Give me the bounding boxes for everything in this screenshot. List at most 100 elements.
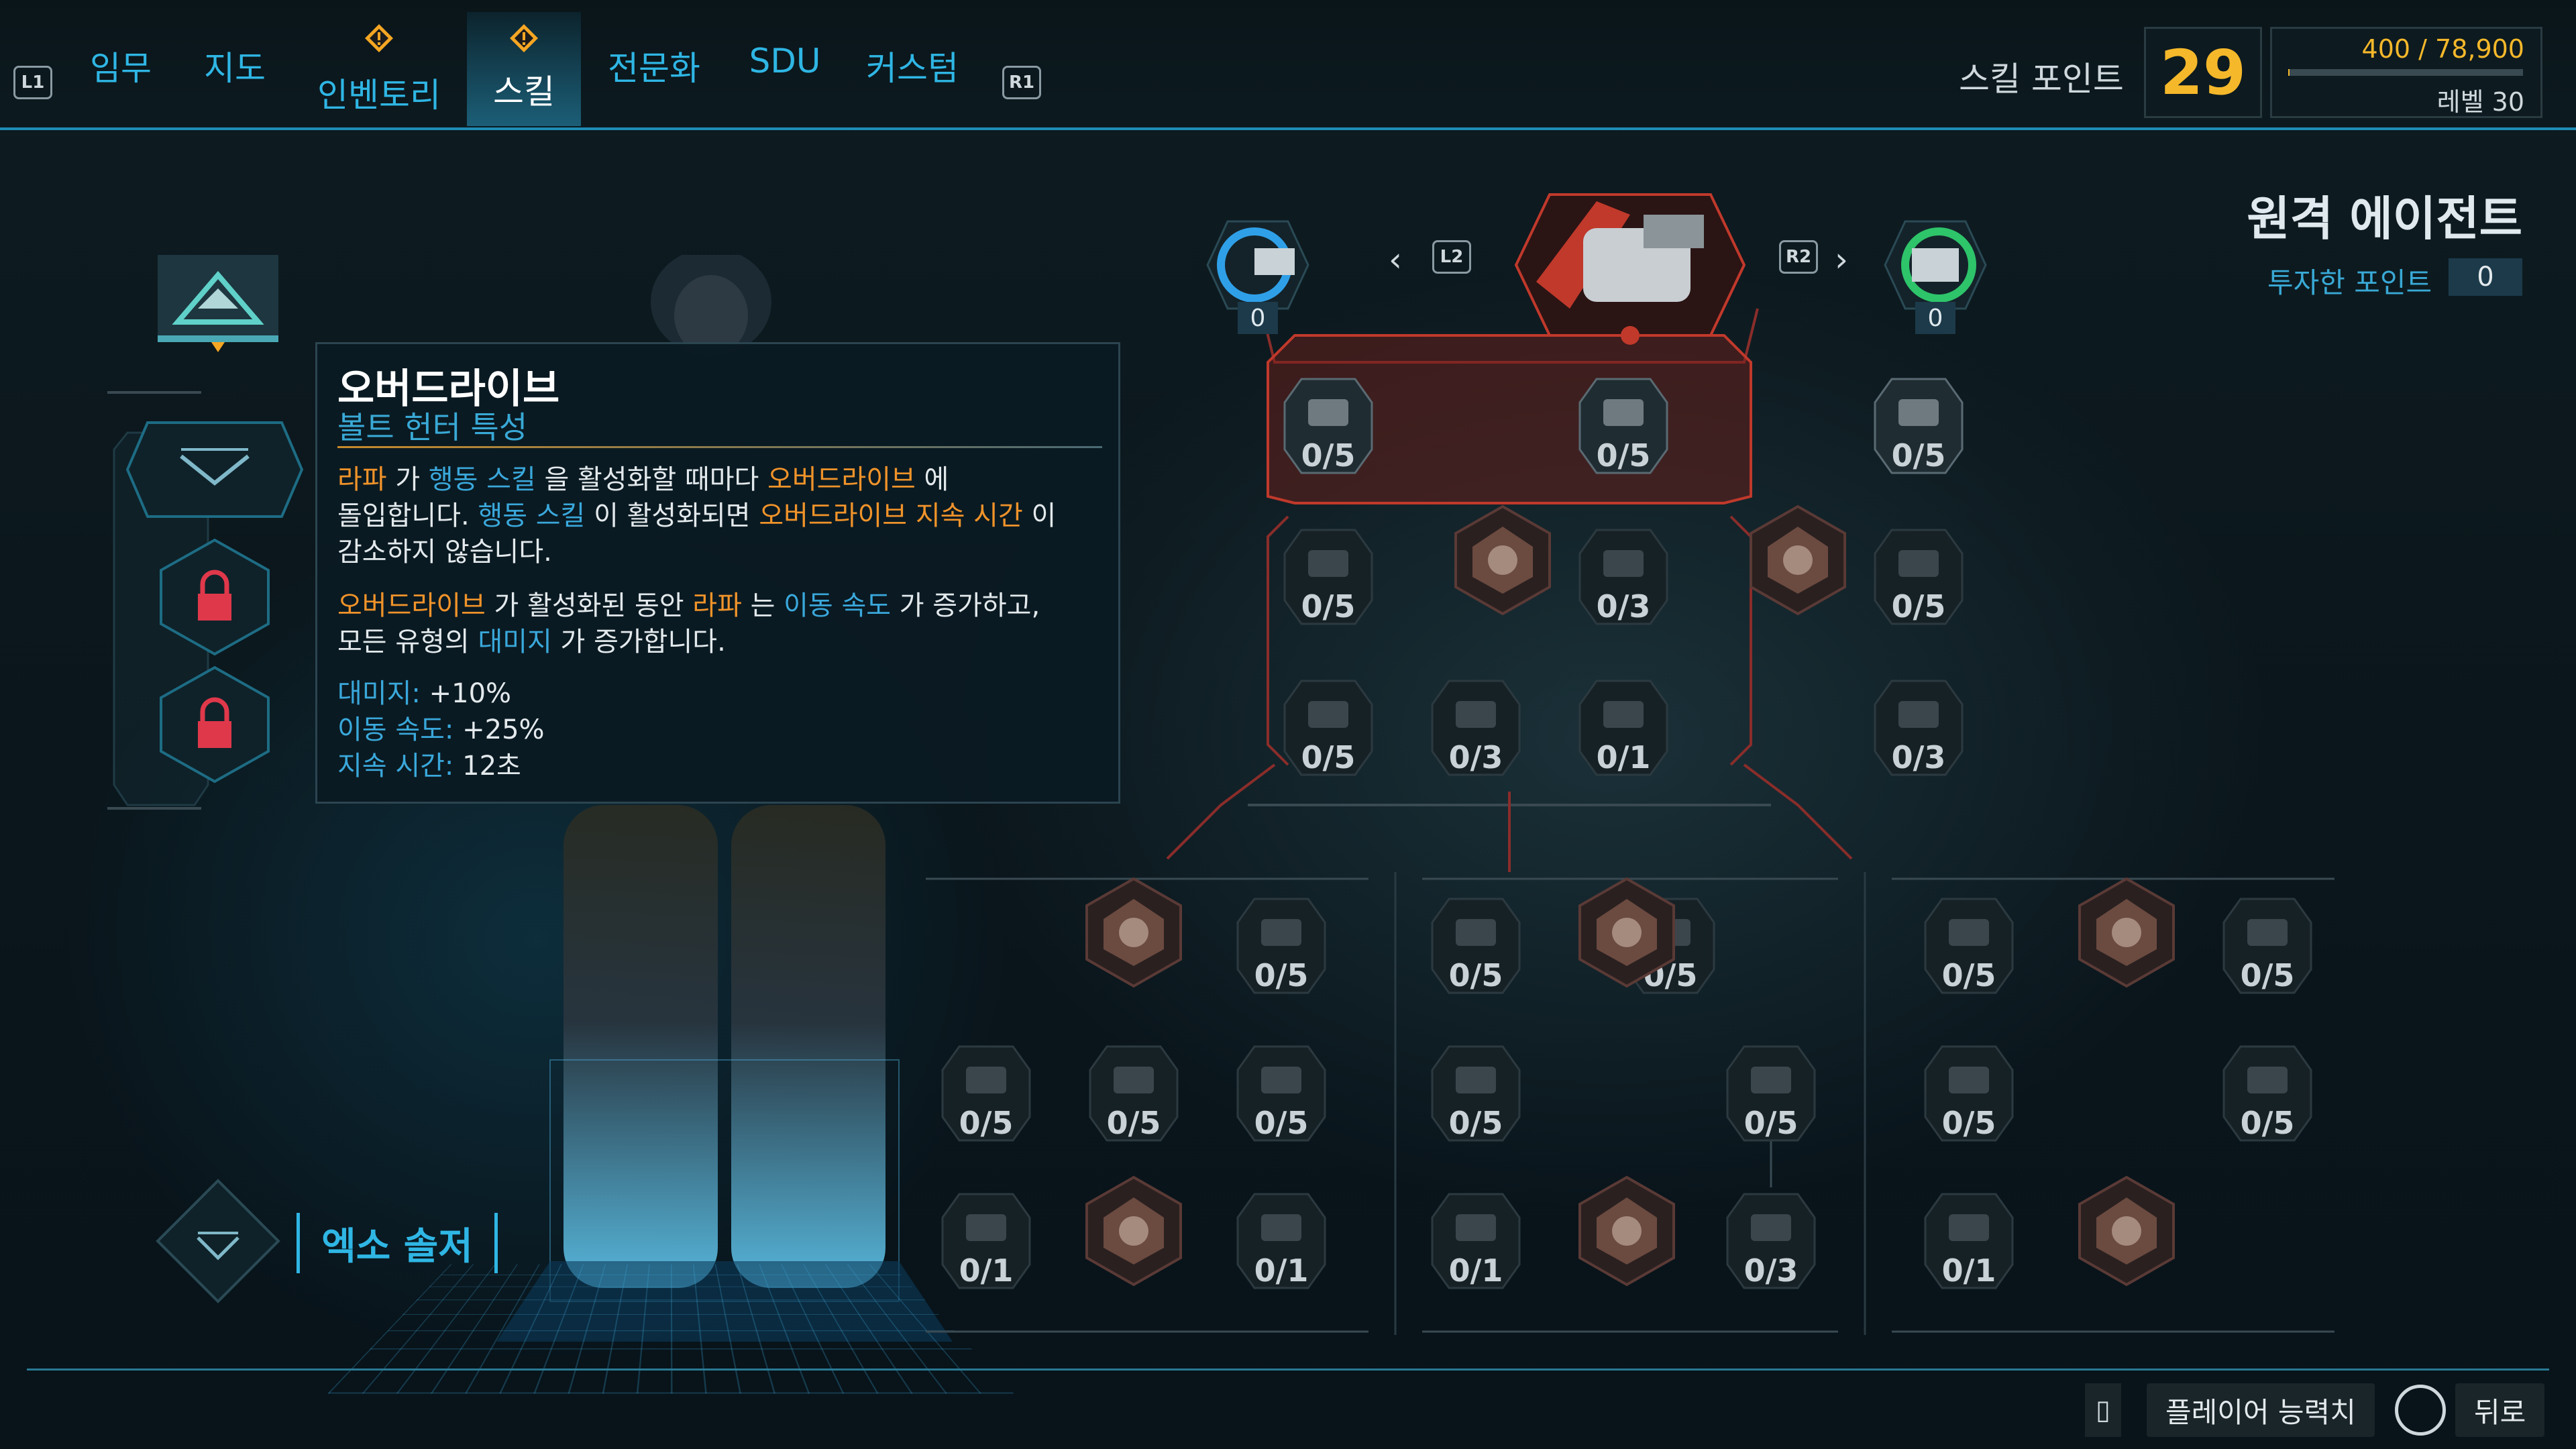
skill-node[interactable]: 0/5	[1281, 376, 1375, 476]
tab-specialization[interactable]: 전문화	[604, 42, 704, 115]
skill-node[interactable]: 0/3	[1724, 1191, 1818, 1291]
term-overdrive: 오버드라이브	[767, 464, 916, 495]
skill-node[interactable]: 0/5	[1922, 896, 2016, 996]
tab-inventory-label: 인벤토리	[317, 76, 441, 115]
skill-node-count: 0/5	[1301, 588, 1356, 625]
skill-node[interactable]: 0/1	[1922, 1191, 2016, 1291]
skill-node-count: 0/5	[1891, 437, 1946, 474]
spec-current[interactable]	[1496, 174, 1764, 356]
stat-damage-value: +10%	[420, 678, 512, 709]
locked-slot-1[interactable]	[154, 537, 275, 657]
chevron-right-icon[interactable]: ›	[1835, 240, 1848, 279]
skill-node-count: 0/5	[959, 1105, 1014, 1141]
spec-prev[interactable]: 0	[1201, 208, 1315, 334]
skill-node[interactable]: 0/5	[1234, 896, 1328, 996]
skill-node-special-icon	[2078, 1175, 2175, 1287]
xp-panel: 400 / 78,900 레벨 30	[2270, 27, 2542, 118]
skill-node-count: 0/5	[1743, 1105, 1799, 1141]
skill-node-special-icon	[1085, 1175, 1182, 1287]
term-action-skill: 행동 스킬	[478, 500, 586, 531]
stat-duration-value: 12초	[453, 751, 521, 782]
stat-speed-value: +25%	[453, 714, 545, 745]
skill-node-count: 0/1	[959, 1252, 1014, 1289]
spec-next[interactable]: 0	[1878, 208, 1992, 334]
skill-node-count: 0/5	[1301, 739, 1356, 775]
skill-node[interactable]: 0/5	[1087, 1043, 1181, 1144]
player-stats-button[interactable]: 플레이어 능력치	[2147, 1383, 2375, 1437]
skill-node-count: 0/5	[1891, 588, 1946, 625]
skill-node[interactable]: 0/5	[1281, 527, 1375, 627]
tooltip-subtitle: 볼트 헌터 특성	[337, 409, 528, 445]
skill-node-special[interactable]	[1449, 503, 1551, 616]
ability-slot-chevron[interactable]	[121, 416, 309, 523]
skill-node[interactable]: 0/1	[939, 1191, 1033, 1291]
term-overdrive: 오버드라이브	[337, 590, 486, 621]
skill-node-special[interactable]	[1573, 1174, 1675, 1287]
tab-skills-label: 스킬	[493, 72, 555, 111]
tab-map[interactable]: 지도	[195, 42, 275, 115]
bottom-divider	[27, 1368, 2549, 1371]
tab-sdu[interactable]: SDU	[745, 42, 825, 115]
skill-node[interactable]: 0/5	[1429, 896, 1523, 996]
skill-node-special[interactable]	[1080, 1174, 1182, 1287]
skill-node-count: 0/3	[1891, 739, 1946, 775]
skill-node-special[interactable]	[2073, 1174, 2175, 1287]
skill-node-count: 0/5	[1106, 1105, 1161, 1141]
skill-node[interactable]: 0/5	[1576, 376, 1670, 476]
skill-node-special[interactable]	[1573, 875, 1675, 988]
skill-node[interactable]: 0/5	[2220, 896, 2314, 996]
skill-node-count: 0/3	[1743, 1252, 1799, 1289]
chevron-left-icon[interactable]: ‹	[1389, 240, 1402, 279]
skill-node[interactable]: 0/3	[1429, 678, 1523, 778]
back-button[interactable]: 뒤로	[2455, 1383, 2545, 1437]
top-navigation-bar: L1 임무 지도 인벤토리 스킬 전문화 SDU 커스텀 R1 스킬 포인트 2…	[0, 0, 2576, 130]
tab-missions[interactable]: 임무	[80, 42, 161, 115]
skill-node[interactable]: 0/5	[1429, 1043, 1523, 1144]
stat-duration-label: 지속 시간:	[337, 751, 454, 782]
class-emblem-icon	[158, 255, 278, 352]
skill-node-special[interactable]	[2073, 875, 2175, 988]
skill-node[interactable]: 0/5	[2220, 1043, 2314, 1144]
stat-speed-label: 이동 속도:	[337, 714, 454, 745]
skill-node[interactable]: 0/1	[1234, 1191, 1328, 1291]
skill-node-special[interactable]	[1744, 503, 1846, 616]
skill-node[interactable]: 0/1	[1576, 678, 1670, 778]
term-action-skill: 행동 스킬	[428, 464, 536, 495]
spec-current-icon	[1514, 193, 1746, 345]
skill-node[interactable]: 0/5	[1872, 376, 1966, 476]
skill-node-count: 0/5	[1301, 437, 1356, 474]
skill-node[interactable]: 0/5	[1281, 678, 1375, 778]
skill-node-special-icon	[1454, 504, 1551, 616]
skill-node-special[interactable]	[1080, 875, 1182, 988]
tab-custom[interactable]: 커스텀	[859, 42, 966, 115]
r2-button-hint: R2	[1779, 240, 1818, 274]
skill-node[interactable]: 0/5	[939, 1043, 1033, 1144]
skill-node[interactable]: 0/5	[1872, 527, 1966, 627]
skill-points-label: 스킬 포인트	[1959, 60, 2124, 99]
skill-node[interactable]: 0/5	[1724, 1043, 1818, 1144]
skill-node[interactable]: 0/1	[1429, 1191, 1523, 1291]
skill-node-special-icon	[1578, 877, 1675, 988]
skill-node[interactable]: 0/5	[1922, 1043, 2016, 1144]
spec-next-points: 0	[1915, 302, 1955, 334]
skill-node-special-icon	[1085, 877, 1182, 988]
stat-damage-label: 대미지:	[337, 678, 421, 709]
skill-node-count: 0/5	[1941, 1105, 1996, 1141]
l2-button-hint: L2	[1432, 240, 1471, 274]
skill-node-count: 0/1	[1254, 1252, 1309, 1289]
skill-node[interactable]: 0/5	[1234, 1043, 1328, 1144]
touchpad-icon: ▯	[2085, 1383, 2121, 1437]
skill-node-special-icon	[1578, 1175, 1675, 1287]
term-rafa: 라파	[337, 464, 387, 495]
skill-node-count: 0/5	[1254, 1105, 1309, 1141]
class-emblem[interactable]	[151, 248, 285, 356]
skill-node[interactable]: 0/3	[1576, 527, 1670, 627]
skill-node-count: 0/3	[1596, 588, 1651, 625]
skill-node[interactable]: 0/3	[1872, 678, 1966, 778]
xp-bar	[2288, 69, 2523, 76]
locked-slot-2[interactable]	[154, 664, 275, 785]
skill-node-count: 0/5	[1448, 957, 1503, 994]
term-move-speed: 이동 속도	[784, 590, 892, 621]
skill-node-count: 0/5	[1596, 437, 1651, 474]
class-selector-button[interactable]	[151, 1174, 285, 1308]
